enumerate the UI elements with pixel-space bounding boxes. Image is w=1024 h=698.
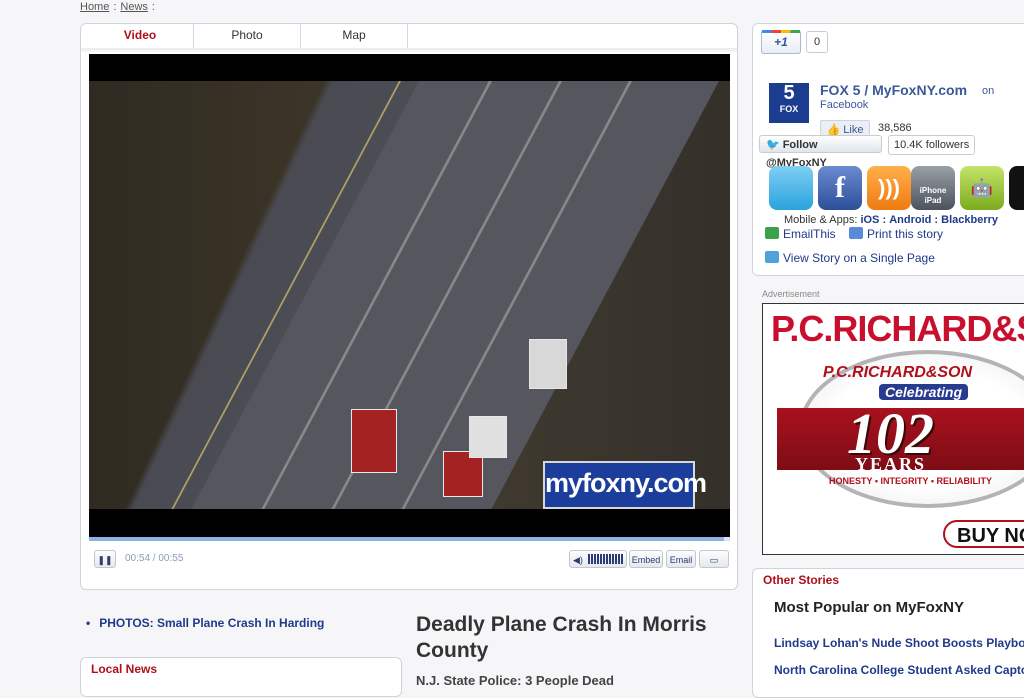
- fire-truck: [351, 409, 397, 473]
- player-controls: ❚❚ 00:54 / 00:55 ◀) Embed Email ▭: [89, 549, 730, 569]
- twitter-follower-count: 10.4K followers: [888, 135, 976, 155]
- embed-button[interactable]: Embed: [629, 550, 663, 568]
- media-panel: Video Photo Map myfoxny.com ❚❚ 00:54 / 0…: [80, 23, 738, 590]
- breadcrumb: Home: News:: [80, 1, 159, 13]
- pause-button[interactable]: ❚❚: [94, 550, 116, 568]
- iphone-ipad-icon[interactable]: iPhone iPad: [911, 166, 955, 210]
- fullscreen-icon: ▭: [709, 555, 719, 565]
- video-frame-image: myfoxny.com: [89, 81, 730, 509]
- mobile-apps-label: Mobile & Apps:: [784, 214, 858, 226]
- ios-link[interactable]: iOS: [860, 214, 879, 226]
- story-link[interactable]: Lindsay Lohan's Nude Shoot Boosts Playbo…: [774, 636, 1024, 650]
- other-stories-box: Other Stories Most Popular on MyFoxNY Li…: [752, 568, 1024, 698]
- facebook-page-name[interactable]: FOX 5 / MyFoxNY.com: [820, 82, 967, 98]
- local-news-box: Local News: [80, 657, 402, 697]
- fox5-logo: 5 FOX: [769, 83, 809, 123]
- twitter-bird-icon: 🐦: [766, 139, 780, 151]
- email-icon: [765, 227, 779, 239]
- rss-icon[interactable]: ))): [867, 166, 911, 210]
- tab-bar-underline: [81, 48, 737, 52]
- facebook-on-text: on: [982, 85, 995, 97]
- time-display: 00:54 / 00:55: [125, 553, 184, 564]
- tab-map[interactable]: Map: [301, 24, 408, 48]
- facebook-link[interactable]: Facebook: [820, 99, 868, 111]
- twitter-icon[interactable]: [769, 166, 813, 210]
- print-icon: [849, 227, 863, 239]
- plus-one-count: 0: [806, 31, 828, 53]
- breadcrumb-news[interactable]: News: [120, 1, 148, 13]
- breadcrumb-separator: :: [151, 1, 155, 13]
- print-story-label: Print this story: [867, 227, 944, 241]
- pc-richard-ad[interactable]: P.C.RICHARD&SON P.C.RICHARD&SON Celebrat…: [762, 303, 1024, 555]
- tab-video[interactable]: Video: [87, 24, 194, 48]
- video-player[interactable]: myfoxny.com: [89, 54, 730, 537]
- video-progress-fill: [89, 537, 724, 541]
- myfoxny-watermark: myfoxny.com: [543, 461, 707, 509]
- breadcrumb-home[interactable]: Home: [80, 1, 109, 13]
- single-page-link[interactable]: View Story on a Single Page: [765, 251, 935, 265]
- tab-photo[interactable]: Photo: [194, 24, 301, 48]
- emergency-vehicle: [529, 339, 567, 389]
- single-page-label: View Story on a Single Page: [783, 251, 935, 265]
- android-link[interactable]: Android: [889, 214, 931, 226]
- media-tabs: Video Photo Map: [87, 24, 408, 48]
- ad-years-label: YEARS: [855, 454, 927, 474]
- ad-brand-name: P.C.RICHARD&SON: [771, 308, 1024, 349]
- print-story-link[interactable]: Print this story: [849, 227, 943, 241]
- video-progress-bar[interactable]: [89, 537, 730, 541]
- page-icon: [765, 251, 779, 263]
- other-stories-title: Other Stories: [763, 573, 840, 587]
- like-count: 38,586: [878, 122, 912, 134]
- ad-buy-now-button[interactable]: BUY NOW: [943, 520, 1024, 548]
- pause-icon: ❚❚: [97, 555, 113, 565]
- google-plus-one-button[interactable]: +1: [761, 30, 801, 54]
- ad-celebrating: Celebrating: [879, 384, 969, 400]
- blackberry-link[interactable]: Blackberry: [941, 214, 998, 226]
- mobile-apps-line: Mobile & Apps: iOS : Android : Blackberr…: [784, 214, 998, 226]
- ad-motto: HONESTY • INTEGRITY • RELIABILITY: [829, 476, 992, 486]
- social-share-box: +1 0 5 FOX FOX 5 / MyFoxNY.com on Faceboo…: [752, 23, 1024, 276]
- email-this-link[interactable]: EmailThis: [765, 227, 836, 241]
- related-link[interactable]: PHOTOS: Small Plane Crash In Harding: [86, 616, 324, 630]
- article-subhead: N.J. State Police: 3 People Dead: [416, 673, 614, 688]
- most-popular-heading: Most Popular on MyFoxNY: [774, 599, 965, 616]
- speaker-icon: ◀): [573, 555, 583, 565]
- facebook-icon[interactable]: f: [818, 166, 862, 210]
- separator: :: [882, 214, 887, 226]
- breadcrumb-separator: :: [113, 1, 117, 13]
- android-icon[interactable]: 🤖: [960, 166, 1004, 210]
- fullscreen-button[interactable]: ▭: [699, 550, 729, 568]
- advertisement-label: Advertisement: [762, 289, 820, 299]
- article-headline: Deadly Plane Crash In Morris County: [416, 613, 707, 662]
- ad-seal-brand: P.C.RICHARD&SON: [823, 364, 973, 381]
- email-button[interactable]: Email: [666, 550, 696, 568]
- email-this-label: EmailThis: [783, 227, 836, 241]
- story-link[interactable]: North Carolina College Student Asked Cap…: [774, 663, 1024, 677]
- blackberry-icon[interactable]: ⁘: [1009, 166, 1024, 210]
- volume-level[interactable]: [588, 550, 626, 564]
- local-news-title: Local News: [91, 662, 158, 676]
- twitter-follow-button[interactable]: 🐦 Follow @MyFoxNY: [759, 135, 882, 169]
- separator: :: [934, 214, 939, 226]
- emergency-vehicle: [469, 416, 507, 458]
